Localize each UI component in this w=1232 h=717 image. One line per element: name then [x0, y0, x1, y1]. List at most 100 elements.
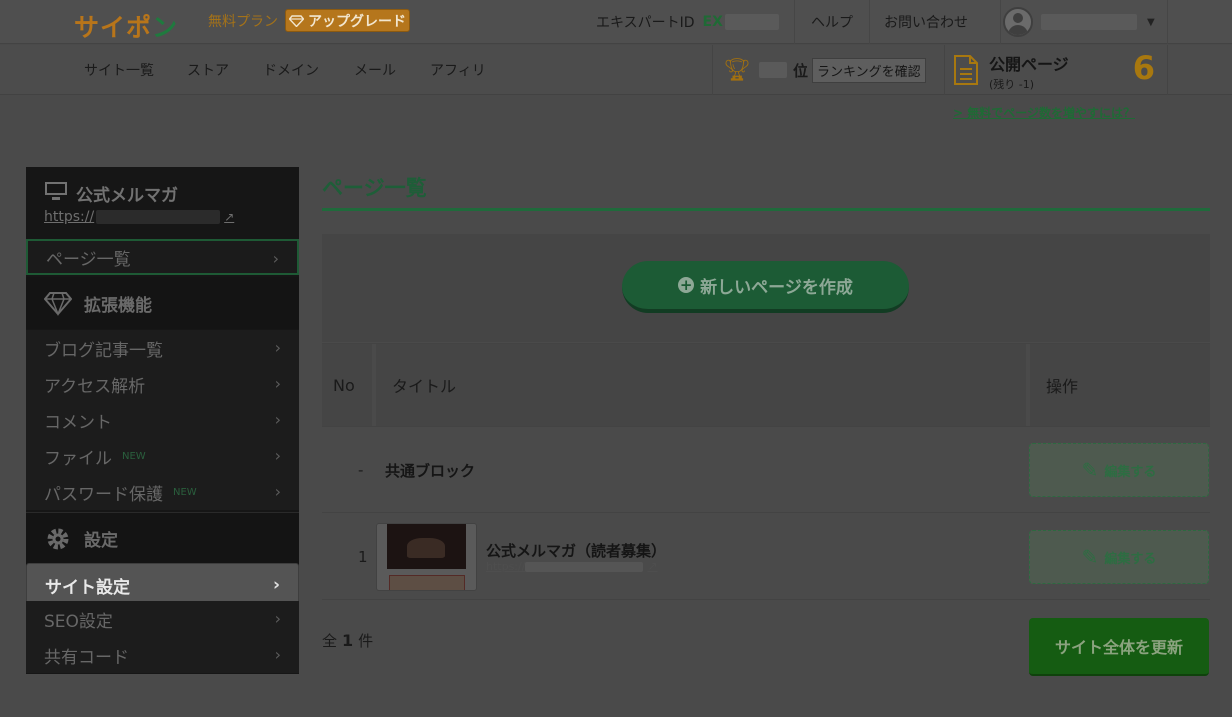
site-url-link[interactable]: https:// ↗ [44, 209, 234, 225]
site-header: 公式メルマガ https:// ↗ [26, 167, 299, 239]
row-number: - [358, 461, 364, 479]
sidebar: 公式メルマガ https://↗ ページ一覧 › 拡張機能 ブログ記事一覧 › … [26, 167, 299, 674]
sidebar-item-page-list[interactable]: ページ一覧 › [26, 239, 299, 275]
site-url-masked [96, 210, 221, 224]
expert-id-masked [724, 14, 779, 30]
chevron-right-icon: › [272, 575, 280, 595]
nav-affiliate[interactable]: アフィリ [430, 45, 486, 95]
public-pages-box: 公開ページ (残り -1) 6 [944, 45, 1168, 95]
contact-link[interactable]: お問い合わせ [884, 0, 968, 44]
pencil-icon: ✎ [1081, 458, 1099, 482]
table-row: - 共通ブロック ✎ 編集する [322, 427, 1210, 513]
total-suffix: 件 [358, 632, 374, 650]
row-url-masked [525, 562, 644, 572]
gear-icon [47, 528, 69, 549]
expert-id-value: EX [702, 14, 723, 30]
external-link-icon: ↗ [224, 210, 235, 224]
sidebar-item-seo-settings[interactable]: SEO設定 › [26, 601, 299, 637]
ranking-button[interactable]: ランキングを確認 [811, 57, 926, 83]
chevron-right-icon: › [274, 609, 281, 628]
help-link[interactable]: ヘルプ [794, 0, 870, 44]
logo[interactable]: サイポン [74, 8, 178, 44]
thumbnail-paper [389, 575, 465, 590]
avatar [1003, 7, 1033, 37]
total-prefix: 全 [322, 632, 338, 650]
section-label: 設定 [84, 531, 118, 551]
row-number: 1 [358, 548, 368, 566]
chevron-right-icon: › [274, 482, 281, 501]
section-settings: 設定 [26, 512, 299, 564]
chevron-right-icon: › [274, 374, 281, 393]
public-pages-remaining: (残り -1) [989, 78, 1035, 91]
pencil-icon: ✎ [1081, 545, 1099, 569]
plan-label: 無料プラン [208, 14, 278, 30]
public-pages-label: 公開ページ [989, 55, 1069, 74]
title-divider [322, 208, 1210, 211]
sidebar-item-label: ページ一覧 [46, 249, 131, 270]
sidebar-item-password[interactable]: パスワード保護 NEW › [26, 474, 299, 510]
diamond-icon [289, 14, 304, 27]
main-nav: サイト一覧 ストア ドメイン メール アフィリ 🏆︎ 位 ランキングを確認 公開… [0, 45, 1232, 95]
user-name-masked [1041, 14, 1137, 30]
total-number: 1 [342, 631, 354, 650]
trophy-icon: 🏆︎ [723, 57, 751, 83]
monitor-icon [45, 182, 67, 200]
column-header-no: No [322, 344, 372, 426]
caret-down-icon: ▼ [1147, 16, 1155, 28]
diamond-icon [44, 292, 72, 316]
expert-id: エキスパートID EX [596, 0, 779, 44]
sidebar-item-blog-posts[interactable]: ブログ記事一覧 › [26, 330, 299, 366]
table-row: 1 公式メルマガ（読者募集） https:// ↗ ✎ 編集する [322, 514, 1210, 600]
chevron-right-icon: › [274, 338, 281, 357]
public-pages-count: 6 [1132, 49, 1155, 87]
user-menu[interactable]: ▼ [1000, 0, 1168, 44]
nav-store[interactable]: ストア [187, 45, 229, 95]
create-panel: + 新しいページを作成 [322, 234, 1210, 342]
sidebar-item-comments[interactable]: コメント › [26, 402, 299, 438]
nav-site-list[interactable]: サイト一覧 [84, 45, 154, 95]
create-page-label: 新しいページを作成 [700, 277, 853, 298]
plus-circle-icon: + [678, 275, 695, 294]
page-title: ページ一覧 [322, 176, 427, 200]
row-title: 共通ブロック [385, 462, 476, 480]
column-header-title: タイトル [376, 344, 1026, 426]
column-header-operation: 操作 [1030, 344, 1210, 426]
ranking-box: 🏆︎ 位 ランキングを確認 [712, 45, 944, 95]
table-header: No タイトル 操作 [322, 343, 1210, 427]
nav-domain[interactable]: ドメイン [263, 45, 319, 95]
expert-id-label: エキスパートID [596, 15, 695, 31]
sidebar-item-label: サイト設定 [45, 577, 130, 598]
edit-button[interactable]: ✎ 編集する [1029, 443, 1209, 497]
sidebar-item-label: ブログ記事一覧 [44, 340, 163, 361]
row-url-link[interactable]: https:// ↗ [486, 559, 658, 573]
sidebar-item-label: コメント [44, 412, 112, 433]
sidebar-item-label: アクセス解析 [44, 376, 146, 397]
nav-mail[interactable]: メール [354, 45, 396, 95]
page-thumbnail[interactable] [376, 523, 477, 591]
sidebar-item-label: 共有コード [44, 647, 129, 668]
sidebar-item-analytics[interactable]: アクセス解析 › [26, 366, 299, 402]
rank-value-masked [758, 62, 787, 78]
chevron-right-icon: › [272, 249, 279, 268]
update-site-button[interactable]: サイト全体を更新 [1029, 618, 1209, 676]
edit-button[interactable]: ✎ 編集する [1029, 530, 1209, 584]
sidebar-item-files[interactable]: ファイル NEW › [26, 438, 299, 474]
section-extensions: 拡張機能 [26, 277, 299, 329]
logo-text-2: ン [152, 13, 179, 42]
new-badge: NEW [173, 486, 197, 498]
sidebar-item-label: SEO設定 [44, 611, 113, 632]
upgrade-button[interactable]: アップグレード [285, 9, 410, 32]
new-badge: NEW [122, 450, 146, 462]
row-url-text: https:// [486, 560, 526, 573]
sidebar-item-label: ファイル [44, 448, 112, 469]
site-url-text: https:// [44, 209, 95, 225]
create-page-button[interactable]: + 新しいページを作成 [622, 261, 909, 313]
edit-label: 編集する [1104, 551, 1157, 567]
chevron-right-icon: › [274, 410, 281, 429]
site-title: 公式メルマガ [76, 186, 178, 206]
increase-pages-link[interactable]: > 無料でページ数を増やすには？ [953, 104, 1135, 121]
thumbnail-image [387, 524, 466, 569]
sidebar-item-shared-code[interactable]: 共有コード › [26, 637, 299, 673]
row-title[interactable]: 公式メルマガ（読者募集） [486, 540, 666, 561]
top-header: サイポン 無料プラン アップグレード エキスパートID EX ヘルプ お問い合わ… [0, 0, 1232, 44]
